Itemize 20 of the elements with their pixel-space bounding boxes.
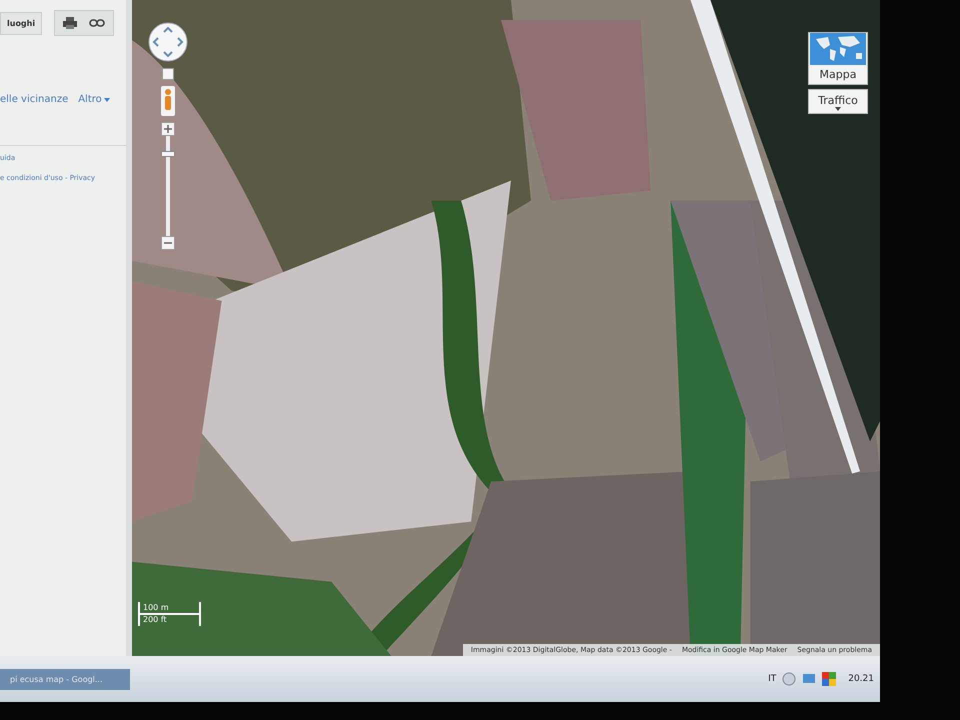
places-button[interactable]: luoghi (0, 12, 42, 34)
zoom-out-button[interactable] (161, 236, 175, 250)
scale-label: 200 ft (143, 614, 168, 626)
print-icon[interactable] (63, 17, 78, 29)
zoom-in-button[interactable] (161, 122, 175, 136)
more-menu[interactable]: Altro (78, 94, 110, 105)
caret-icon (104, 98, 110, 102)
zoom-indicator-button[interactable] (162, 68, 174, 80)
traffic-menu-button[interactable]: Traffico (808, 89, 868, 114)
pan-control-icon[interactable] (148, 22, 188, 62)
link-icon[interactable] (89, 19, 106, 27)
map-type-button[interactable]: Mappa (808, 32, 868, 85)
clock: 20.21 (848, 674, 874, 684)
language-indicator[interactable]: IT (768, 674, 776, 684)
scale-label: 100 m (143, 602, 169, 614)
zoom-slider-thumb[interactable] (161, 151, 175, 157)
world-map-icon (810, 33, 866, 65)
plus-icon (164, 125, 172, 133)
nearby-link[interactable]: elle vicinanze (0, 94, 68, 105)
caret-icon (835, 107, 841, 111)
